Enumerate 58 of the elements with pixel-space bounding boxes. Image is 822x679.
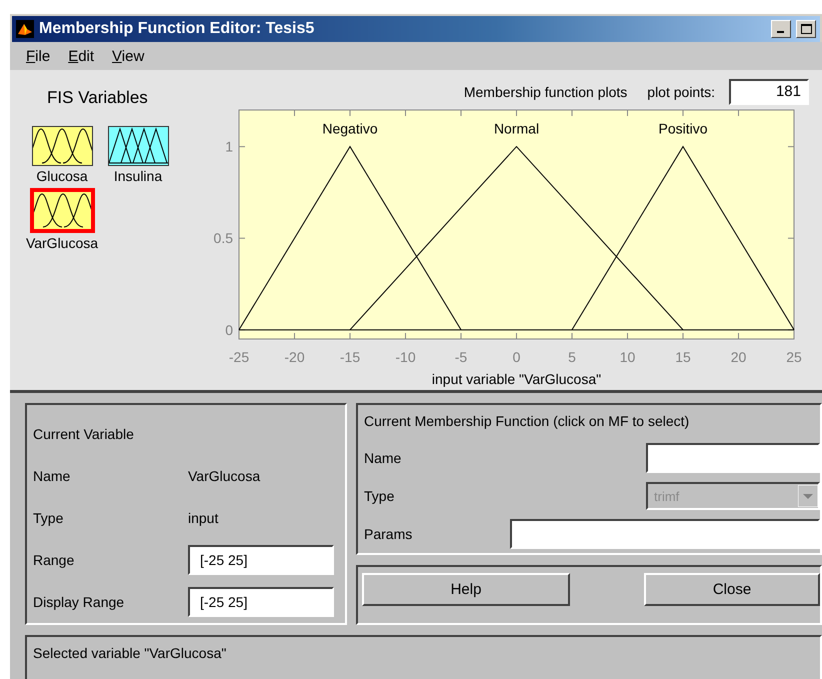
x-tick-label: -20 <box>284 349 305 366</box>
field-label: plot points: <box>647 84 715 100</box>
app-logo-icon <box>16 20 34 38</box>
help-button[interactable]: Help <box>362 573 570 606</box>
x-tick-label: -10 <box>395 349 416 366</box>
curve-label: Negativo <box>322 120 378 137</box>
menu-item[interactable]: File <box>26 48 50 64</box>
x-tick-label: -25 <box>228 349 250 366</box>
field-label: Type <box>364 488 394 504</box>
triangle-curves-icon[interactable] <box>108 126 168 166</box>
field-label: Type <box>33 510 64 526</box>
variable-name: VarGlucosa <box>26 235 98 251</box>
maximize-icon <box>800 24 812 34</box>
menu-item[interactable]: Edit <box>68 48 94 64</box>
field-value: VarGlucosa <box>188 468 262 484</box>
section-title: FIS Variables <box>47 88 149 108</box>
x-tick-label: 15 <box>675 349 691 366</box>
field-label: Name <box>364 450 402 466</box>
variable-name: Insulina <box>114 168 162 184</box>
range-field[interactable]: [-25 25] <box>188 545 334 575</box>
membership-curve[interactable] <box>350 146 684 331</box>
panel-title: Current Variable <box>33 426 135 442</box>
bell-curves-icon[interactable] <box>30 188 94 233</box>
field-label: Params <box>364 526 412 542</box>
field-value: input <box>188 510 220 526</box>
axis-label: input variable "VarGlucosa" <box>432 371 602 388</box>
field-label: Name <box>33 468 72 484</box>
minimize-button[interactable] <box>771 20 791 38</box>
close-button[interactable]: Close <box>644 573 820 606</box>
status-text: Selected variable "VarGlucosa" <box>33 645 226 661</box>
maximize-button[interactable] <box>796 20 816 38</box>
x-tick-label: 10 <box>620 349 636 366</box>
x-tick-label: 0 <box>512 349 520 366</box>
dropdown-arrow-icon <box>798 485 818 507</box>
y-tick-label: 0 <box>225 322 233 338</box>
display-range-field[interactable]: [-25 25] <box>188 587 334 617</box>
curve-label: Normal <box>494 120 540 137</box>
variable-name: Glucosa <box>36 168 88 184</box>
plot-points-field[interactable]: 181 <box>729 78 809 105</box>
plot-title: Membership function plots <box>464 84 628 100</box>
x-tick-label: 5 <box>568 349 576 366</box>
x-tick-label: -5 <box>454 349 468 366</box>
x-tick-label: 25 <box>786 349 802 366</box>
menu-item[interactable]: View <box>112 48 144 64</box>
panel-title: Current Membership Function (click on MF to select) <box>364 413 690 429</box>
window-title: Membership Function Editor: Tesis5 <box>39 20 316 38</box>
membership-curve[interactable] <box>572 146 794 331</box>
membership-curve[interactable] <box>238 146 462 331</box>
y-tick-label: 0.5 <box>214 230 233 247</box>
y-tick-label: 1 <box>225 139 233 156</box>
x-tick-label: -15 <box>340 349 360 366</box>
params-field[interactable] <box>510 519 820 549</box>
field-label: Range <box>33 552 76 568</box>
name-field[interactable] <box>646 443 820 473</box>
bell-curves-icon[interactable] <box>32 126 92 166</box>
x-tick-label: 20 <box>730 349 746 366</box>
curve-label: Positivo <box>658 120 708 137</box>
field-label: Display Range <box>33 594 126 610</box>
